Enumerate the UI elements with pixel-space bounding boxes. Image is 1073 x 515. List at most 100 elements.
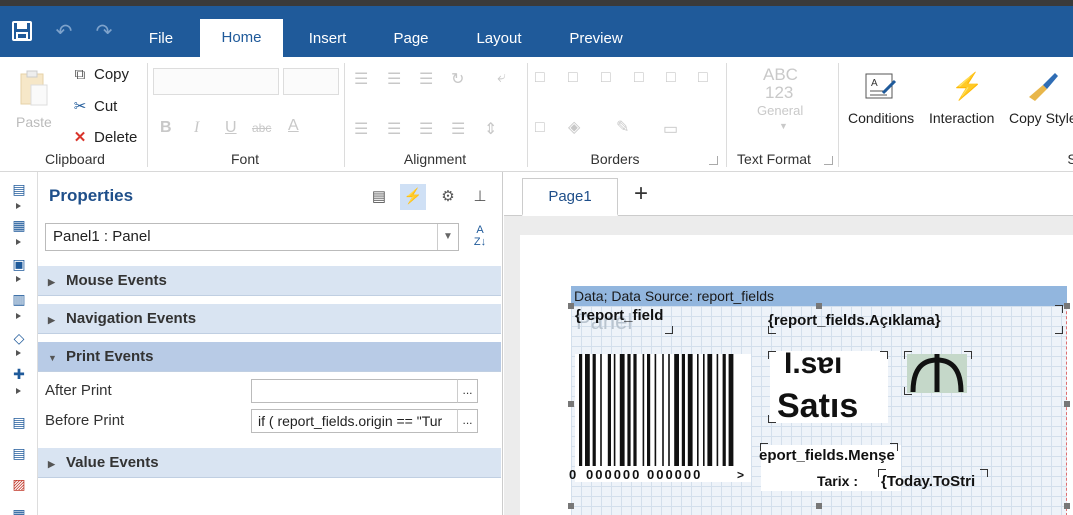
chevron-right-icon[interactable] (16, 203, 21, 209)
chevron-right-icon[interactable] (16, 239, 21, 245)
border-bottom-icon[interactable]: □ (698, 69, 708, 87)
barcode-component[interactable] (575, 354, 751, 482)
line-spacing-icon[interactable]: ⇕ (484, 119, 497, 139)
borders-dialog-launcher[interactable] (709, 156, 718, 165)
word-wrap-icon[interactable]: ⤶ (497, 69, 506, 87)
chevron-right-icon[interactable] (16, 350, 21, 356)
group-label-style-partial: S (1067, 151, 1073, 167)
barcode-bar (654, 354, 657, 466)
align-center-icon[interactable]: ☰ (387, 119, 401, 139)
fill-color-icon[interactable]: ◈ (568, 117, 580, 137)
text-format-button[interactable]: ABC 123 General ▼ (743, 65, 823, 135)
rotate-text-icon[interactable]: ↻ (451, 69, 464, 89)
align-left-icon[interactable]: ☰ (354, 119, 368, 139)
resize-handle[interactable] (1064, 303, 1070, 309)
object-selector[interactable]: Panel1 : Panel ▼ (45, 223, 459, 251)
undo-icon[interactable]: ↶ (52, 20, 76, 44)
tab-preview[interactable]: Preview (556, 20, 636, 57)
copy-style-button[interactable]: Copy Style (1005, 67, 1073, 132)
before-print-input[interactable]: if ( report_fields.origin == "Tur (251, 409, 478, 433)
category-mouse-events[interactable]: ▶ Mouse Events (38, 266, 501, 296)
category-print-events[interactable]: ▼ Print Events (38, 342, 501, 372)
border-none-icon[interactable]: □ (568, 69, 578, 87)
after-print-input[interactable] (251, 379, 478, 403)
text-tool-icon[interactable]: ▤ (9, 413, 29, 431)
after-print-ellipsis-button[interactable]: ... (457, 379, 478, 403)
border-top-icon[interactable]: □ (634, 69, 644, 87)
currency-image[interactable] (907, 354, 967, 393)
before-print-ellipsis-button[interactable]: ... (457, 409, 478, 433)
image-tool-icon[interactable]: ▨ (9, 475, 29, 493)
conditions-button[interactable]: A Conditions (845, 67, 920, 132)
tab-layout[interactable]: Layout (462, 20, 536, 57)
pin-icon[interactable]: ⊥ (467, 184, 493, 210)
gear-icon[interactable]: ⚙ (435, 184, 461, 210)
text-field-report-field[interactable]: {report_field (575, 307, 675, 324)
tab-home[interactable]: Home (200, 19, 283, 57)
justify-icon[interactable]: ☰ (451, 119, 465, 139)
underline-button[interactable]: U (225, 119, 237, 137)
font-color-button[interactable]: A (288, 117, 299, 135)
category-value-events[interactable]: ▶ Value Events (38, 448, 501, 478)
resize-handle[interactable] (1064, 401, 1070, 407)
interaction-button[interactable]: ⚡ Interaction (925, 67, 1000, 132)
text-format-dialog-launcher[interactable] (824, 156, 833, 165)
align-bottom-icon[interactable]: ☰ (419, 69, 433, 89)
bold-button[interactable]: B (160, 119, 172, 137)
strikethrough-button[interactable]: abc (252, 121, 271, 135)
copy-style-label: Copy Style (1009, 110, 1073, 126)
add-page-button[interactable]: + (630, 180, 652, 208)
resize-handle[interactable] (1064, 503, 1070, 509)
category-navigation-events[interactable]: ▶ Navigation Events (38, 304, 501, 334)
cut-button[interactable]: ✂ Cut (70, 97, 118, 115)
border-left-icon[interactable]: □ (601, 69, 611, 87)
tab-insert[interactable]: Insert (296, 20, 359, 57)
chevron-right-icon[interactable] (16, 388, 21, 394)
border-color-icon[interactable]: ✎ (616, 117, 629, 137)
align-middle-icon[interactable]: ☰ (387, 69, 401, 89)
barcode-tool-icon[interactable]: ▥ (9, 290, 29, 308)
font-size-select[interactable] (283, 68, 339, 95)
border-right-icon[interactable]: □ (666, 69, 676, 87)
paste-button[interactable]: Paste (10, 67, 58, 139)
resize-handle[interactable] (816, 303, 822, 309)
border-sides-icon[interactable]: □ (535, 119, 545, 137)
shapes-tool-icon[interactable]: ◇ (9, 329, 29, 347)
text-field-mense[interactable]: eport_fields.Menşe (759, 447, 899, 464)
chevron-right-icon[interactable] (16, 313, 21, 319)
italic-button[interactable]: I (194, 119, 199, 137)
text-field-aciklama[interactable]: {report_fields.Açıklama} (768, 312, 941, 329)
align-right-icon[interactable]: ☰ (419, 119, 433, 139)
resize-handle[interactable] (568, 303, 574, 309)
text-field-today[interactable]: {Today.ToStri (881, 473, 987, 490)
cross-band-tool-icon[interactable]: ▦ (9, 216, 29, 234)
copy-button[interactable]: ⧉ Copy (70, 66, 129, 83)
chart-tool-icon[interactable]: ▦ (9, 505, 29, 515)
font-name-select[interactable] (153, 68, 279, 95)
report-canvas[interactable]: Data; Data Source: report_fields Panel {… (520, 235, 1073, 515)
band-tool-icon[interactable]: ▤ (9, 180, 29, 198)
conditions-label: Conditions (848, 110, 915, 126)
border-all-icon[interactable]: □ (535, 69, 545, 87)
resize-handle[interactable] (568, 401, 574, 407)
events-lightning-icon[interactable]: ⚡ (400, 184, 426, 210)
barcode-bar (627, 354, 631, 466)
brush-icon (1025, 71, 1059, 106)
tab-file[interactable]: File (134, 20, 188, 57)
delete-button[interactable]: ✕ Delete (70, 128, 138, 146)
rich-text-tool-icon[interactable]: ▤ (9, 444, 29, 462)
resize-handle[interactable] (816, 503, 822, 509)
align-top-icon[interactable]: ☰ (354, 69, 368, 89)
chevron-right-icon[interactable] (16, 276, 21, 282)
puzzle-tool-icon[interactable]: ✚ (9, 365, 29, 383)
properties-view-icon[interactable]: ▤ (366, 184, 392, 210)
border-style-icon[interactable]: ▭ (663, 119, 678, 139)
redo-icon[interactable]: ↷ (92, 20, 116, 44)
sort-az-icon[interactable]: A Z↓ (468, 224, 492, 250)
components-tool-icon[interactable]: ▣ (9, 255, 29, 273)
tab-page1[interactable]: Page1 (522, 178, 618, 216)
resize-handle[interactable] (568, 503, 574, 509)
save-icon[interactable] (10, 20, 34, 44)
chevron-down-icon[interactable]: ▼ (437, 224, 458, 250)
tab-page[interactable]: Page (382, 20, 440, 57)
